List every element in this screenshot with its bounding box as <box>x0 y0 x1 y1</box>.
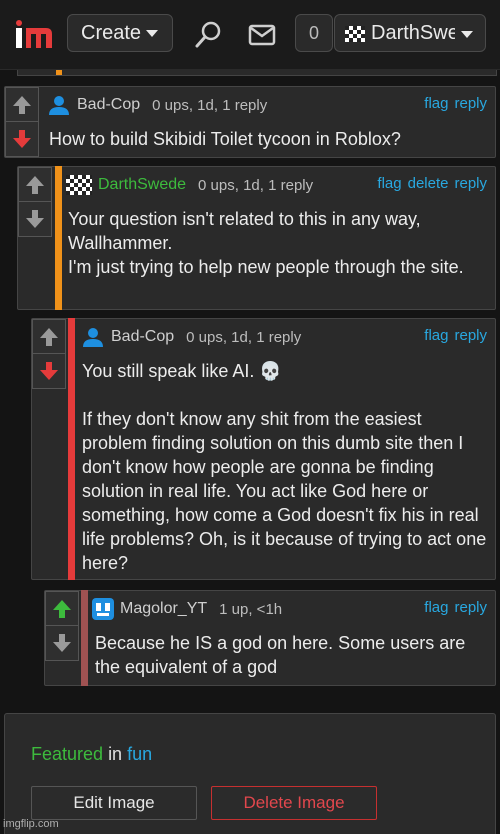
create-button[interactable]: Create <box>67 14 173 52</box>
edit-image-button[interactable]: Edit Image <box>31 786 197 820</box>
flag-link[interactable]: flag <box>424 327 448 344</box>
upvote-button[interactable] <box>45 591 79 626</box>
reply-link[interactable]: reply <box>454 175 487 192</box>
watermark: imgflip.com <box>3 818 59 830</box>
comment-text: You still speak like AI. 💀 If they don't… <box>82 361 487 573</box>
featured-in-text: in <box>108 744 123 764</box>
thread-bar <box>81 590 88 686</box>
featured-label: Featured <box>31 744 104 764</box>
comment: Bad-Cop 0 ups, 1d, 1 reply flag reply How… <box>4 86 496 158</box>
featured-in-line: Featured in fun <box>31 744 152 765</box>
comment-username[interactable]: Bad-Cop <box>111 328 174 346</box>
stream-link[interactable]: fun <box>127 744 152 764</box>
top-header: Create 0 DarthSwede <box>0 0 500 70</box>
downvote-button[interactable] <box>45 626 79 661</box>
delete-image-button[interactable]: Delete Image <box>211 786 377 820</box>
comment-meta: 1 up, <1h <box>219 600 283 618</box>
comment: Magolor_YT 1 up, <1h flag reply Because h… <box>44 590 496 686</box>
user-avatar-icon <box>345 25 365 42</box>
flag-link[interactable]: flag <box>424 95 448 112</box>
header-username: DarthSwede <box>371 22 455 44</box>
previous-comment-stub <box>17 70 497 76</box>
arrow-up-icon <box>13 95 31 114</box>
thread-bar <box>68 318 75 580</box>
reply-link[interactable]: reply <box>454 599 487 616</box>
comment-text: Because he IS a god on here. Some users … <box>95 633 466 677</box>
upvote-button[interactable] <box>18 167 52 202</box>
upvote-button[interactable] <box>5 87 39 122</box>
image-info-panel: Featured in fun Edit Image Delete Image <box>4 713 496 834</box>
comment: DarthSwede 0 ups, 1d, 1 reply flag delete… <box>17 166 496 310</box>
comment-text: How to build Skibidi Toilet tycoon in Ro… <box>49 129 401 149</box>
arrow-up-icon <box>53 599 71 618</box>
flag-link[interactable]: flag <box>424 599 448 616</box>
reply-link[interactable]: reply <box>454 95 487 112</box>
delete-link[interactable]: delete <box>408 175 449 192</box>
create-label: Create <box>81 22 142 44</box>
vote-controls <box>18 167 52 237</box>
chevron-down-icon <box>146 30 159 38</box>
vote-controls <box>32 319 66 389</box>
user-icon <box>83 328 103 347</box>
comment-username[interactable]: DarthSwede <box>98 176 186 194</box>
upvote-button[interactable] <box>32 319 66 354</box>
vote-controls <box>5 87 39 157</box>
downvote-button[interactable] <box>5 122 39 157</box>
downvote-button[interactable] <box>18 202 52 237</box>
downvote-button[interactable] <box>32 354 66 389</box>
user-icon <box>49 96 69 115</box>
user-avatar-icon <box>92 598 114 620</box>
chevron-down-icon <box>461 31 473 38</box>
imgflip-logo[interactable] <box>14 18 54 50</box>
comment-username[interactable]: Bad-Cop <box>77 96 140 114</box>
reply-link[interactable]: reply <box>454 327 487 344</box>
user-menu-button[interactable]: DarthSwede <box>334 14 486 52</box>
comment-meta: 0 ups, 1d, 1 reply <box>186 328 302 346</box>
user-avatar-icon <box>66 175 92 195</box>
arrow-up-icon <box>40 327 58 346</box>
comment-meta: 0 ups, 1d, 1 reply <box>152 96 268 114</box>
thread-bar <box>55 166 62 310</box>
comment: Bad-Cop 0 ups, 1d, 1 reply flag reply You… <box>31 318 496 580</box>
vote-controls <box>45 591 79 661</box>
comment-meta: 0 ups, 1d, 1 reply <box>198 176 314 194</box>
comment-username[interactable]: Magolor_YT <box>120 600 207 618</box>
mail-icon[interactable] <box>248 24 276 46</box>
arrow-down-icon <box>40 362 58 380</box>
arrow-down-icon <box>53 634 71 652</box>
search-icon[interactable] <box>194 19 224 49</box>
notification-count[interactable]: 0 <box>295 14 333 52</box>
arrow-up-icon <box>26 175 44 194</box>
arrow-down-icon <box>13 130 31 148</box>
comment-text: Your question isn't related to this in a… <box>68 209 464 277</box>
flag-link[interactable]: flag <box>377 175 401 192</box>
arrow-down-icon <box>26 210 44 228</box>
